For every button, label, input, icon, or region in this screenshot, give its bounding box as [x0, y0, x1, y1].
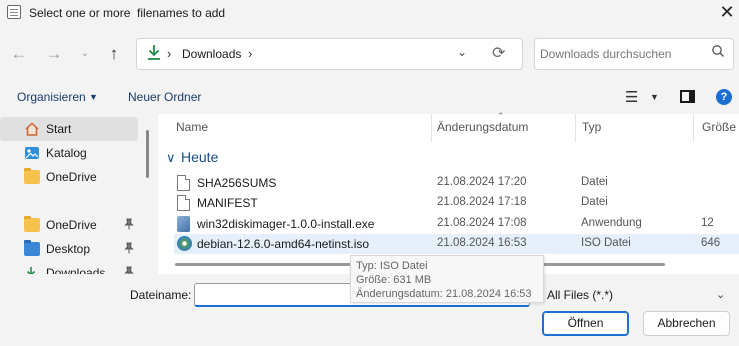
new-folder-button[interactable]: Neuer Ordner [128, 90, 201, 104]
sidebar-item-start[interactable]: Start [0, 117, 138, 141]
navigation-pane: Start Katalog OneDrive OneDrive Desktop … [0, 114, 150, 274]
column-header-size[interactable]: Größe [702, 120, 736, 134]
sidebar-item-downloads[interactable]: Downloads [0, 261, 138, 274]
sidebar-item-label: Downloads [46, 266, 106, 274]
help-icon[interactable]: ? [716, 89, 732, 105]
file-name: SHA256SUMS [197, 176, 277, 190]
folder-icon [24, 168, 40, 184]
up-arrow-icon[interactable]: ↑ [103, 43, 125, 65]
file-type: Datei [581, 196, 608, 208]
disc-image-icon [177, 236, 192, 251]
gallery-icon [24, 146, 40, 160]
file-row[interactable]: MANIFEST 21.08.2024 17:18 Datei [174, 193, 739, 213]
breadcrumb-separator-icon[interactable]: › [248, 46, 252, 61]
organize-button[interactable]: Organisieren [17, 90, 86, 104]
refresh-icon[interactable]: ⟳ [492, 43, 505, 63]
file-date: 21.08.2024 16:53 [437, 237, 527, 249]
pin-icon [124, 266, 134, 274]
file-size: 12 [701, 217, 714, 229]
file-row[interactable]: win32diskimager-1.0.0-install.exe 21.08.… [174, 214, 739, 234]
sidebar-item-label: Start [46, 122, 72, 136]
sidebar-item-desktop[interactable]: Desktop [0, 237, 138, 261]
tooltip-size: Größe: 631 MB [356, 274, 432, 286]
address-bar[interactable]: › Downloads › ⌄ ⟳ [136, 38, 523, 70]
filename-label: Dateiname: [130, 288, 192, 302]
forward-arrow-icon[interactable]: → [43, 43, 65, 65]
window-icon [7, 5, 21, 19]
folder-icon [24, 216, 40, 232]
column-header-type[interactable]: Typ [582, 120, 601, 134]
installer-icon [177, 216, 190, 232]
file-date: 21.08.2024 17:08 [437, 217, 527, 229]
file-row-hovered[interactable]: debian-12.6.0-amd64-netinst.iso 21.08.20… [174, 234, 739, 254]
file-type: Anwendung [581, 217, 642, 229]
file-list: Name Änderungsdatum ⌃ Typ Größe ∨ Heute … [158, 111, 739, 274]
sidebar-item-onedrive-pinned[interactable]: OneDrive [0, 213, 138, 237]
file-date: 21.08.2024 17:18 [437, 196, 527, 208]
breadcrumb-separator-icon[interactable]: › [167, 46, 171, 61]
view-options-icon[interactable]: ☰ [625, 88, 638, 106]
close-button[interactable]: ✕ [716, 2, 738, 24]
group-header-heute[interactable]: Heute [181, 149, 218, 165]
file-row[interactable]: SHA256SUMS 21.08.2024 17:20 Datei [174, 173, 739, 193]
file-type: Datei [581, 176, 608, 188]
file-type-filter-value: All Files (*.*) [547, 288, 614, 302]
sidebar-scrollbar[interactable] [146, 130, 149, 178]
download-icon [24, 266, 40, 274]
sidebar-item-label: Katalog [46, 146, 87, 160]
sidebar-item-onedrive[interactable]: OneDrive [0, 165, 138, 189]
tooltip-date: Änderungsdatum: 21.08.2024 16:53 [356, 288, 532, 300]
pin-icon [124, 242, 134, 257]
search-placeholder: Downloads durchsuchen [540, 47, 672, 61]
sidebar-item-label: OneDrive [46, 218, 97, 232]
group-collapse-chevron-icon[interactable]: ∨ [166, 150, 176, 166]
column-header-name[interactable]: Name [176, 120, 208, 134]
sidebar-item-katalog[interactable]: Katalog [0, 141, 138, 165]
address-history-chevron-icon[interactable]: ⌄ [457, 45, 467, 59]
organize-caret-icon[interactable]: ▼ [89, 92, 98, 102]
chevron-down-icon: ⌄ [716, 289, 726, 301]
file-name: debian-12.6.0-amd64-netinst.iso [197, 237, 370, 251]
search-input[interactable]: Downloads durchsuchen [534, 38, 734, 70]
file-info-tooltip: Typ: ISO Datei Größe: 631 MB Änderungsda… [350, 255, 544, 303]
file-type: ISO Datei [581, 237, 631, 249]
home-icon [24, 122, 40, 136]
pin-icon [124, 218, 134, 233]
download-icon [147, 44, 161, 62]
document-icon [177, 175, 190, 191]
search-icon [711, 44, 725, 62]
document-icon [177, 195, 190, 211]
title-bar: Select one or more filenames to add ✕ [0, 0, 739, 26]
file-type-filter-select[interactable]: All Files (*.*) ⌄ [541, 283, 732, 307]
tooltip-type: Typ: ISO Datei [356, 260, 428, 272]
sidebar-item-label: OneDrive [46, 170, 97, 184]
view-options-caret-icon[interactable]: ▼ [650, 92, 659, 102]
file-name: MANIFEST [197, 196, 258, 210]
desktop-icon [24, 240, 40, 256]
file-date: 21.08.2024 17:20 [437, 176, 527, 188]
preview-pane-icon[interactable] [680, 90, 695, 103]
open-button[interactable]: Öffnen [542, 311, 629, 336]
back-arrow-icon[interactable]: ← [8, 43, 30, 65]
recent-locations-chevron-icon[interactable]: ⌄ [74, 43, 96, 65]
window-title: Select one or more filenames to add [29, 6, 226, 20]
file-name: win32diskimager-1.0.0-install.exe [197, 217, 375, 231]
sort-indicator-icon: ⌃ [497, 111, 505, 121]
breadcrumb-downloads[interactable]: Downloads [182, 47, 241, 61]
column-header-date[interactable]: Änderungsdatum [437, 120, 528, 134]
file-size: 646 [701, 237, 721, 249]
cancel-button[interactable]: Abbrechen [643, 311, 730, 336]
sidebar-item-label: Desktop [46, 242, 91, 256]
